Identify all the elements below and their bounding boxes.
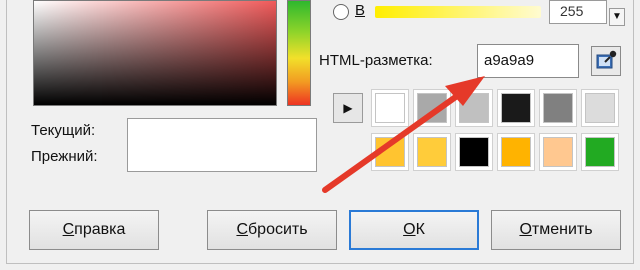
annotation-arrow [322,76,485,193]
color-picker-dialog: B 255 ▼ HTML-разметка: a9a9a9 Текущий: П… [6,0,634,264]
